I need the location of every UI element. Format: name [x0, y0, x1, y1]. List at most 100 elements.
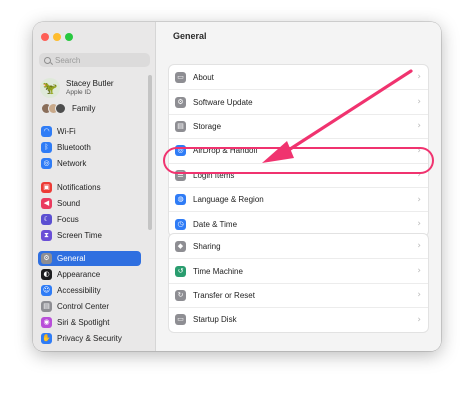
sidebar-item-screen-time[interactable]: ⧗ Screen Time [38, 228, 141, 243]
privacy-hand-icon: ✋ [41, 333, 52, 344]
family-avatars [41, 103, 67, 114]
search-input[interactable] [51, 55, 145, 65]
sidebar-item-general[interactable]: ⚙ General [38, 251, 141, 266]
settings-row-sharing[interactable]: ◆ Sharing › [169, 234, 428, 258]
airdrop-icon: ◎ [175, 145, 186, 157]
settings-row-login-items[interactable]: ☰ Login Items › [169, 162, 428, 187]
sound-icon: ◀ [41, 198, 52, 209]
settings-row-time-machine[interactable]: ↺ Time Machine › [169, 258, 428, 282]
dinosaur-emoji-icon: 🦖 [42, 81, 58, 95]
settings-row-startup-disk[interactable]: ▭ Startup Disk › [169, 307, 428, 331]
accessibility-icon: ☺ [41, 285, 52, 296]
settings-row-label: Storage [193, 121, 222, 131]
sidebar-item-siri-spotlight[interactable]: ◉ Siri & Spotlight [38, 315, 141, 330]
settings-row-about[interactable]: ▭ About › [169, 65, 428, 89]
chevron-right-icon: › [417, 145, 421, 156]
sidebar-item-sound[interactable]: ◀ Sound [38, 196, 141, 211]
search-icon [44, 56, 51, 64]
time-machine-icon: ↺ [175, 265, 186, 277]
bluetooth-icon: ᛒ [41, 142, 52, 153]
sidebar-item-accessibility[interactable]: ☺ Accessibility [38, 283, 141, 298]
minimize-window-button[interactable] [53, 33, 61, 41]
appearance-icon: ◐ [41, 269, 52, 280]
sidebar-item-label: Sound [57, 199, 81, 208]
sidebar-item-network[interactable]: ◎ Network [38, 156, 141, 171]
zoom-window-button[interactable] [65, 33, 73, 41]
chevron-right-icon: › [417, 241, 421, 252]
settings-row-label: Software Update [193, 97, 253, 107]
account-name: Stacey Butler [66, 79, 114, 88]
startup-disk-icon: ▭ [175, 314, 186, 326]
chevron-right-icon: › [417, 121, 421, 132]
chevron-right-icon: › [417, 72, 421, 83]
page-title: General [173, 31, 207, 41]
sharing-icon: ◆ [175, 240, 186, 252]
transfer-reset-icon: ↻ [175, 289, 186, 301]
settings-row-label: Transfer or Reset [193, 290, 255, 300]
about-icon: ▭ [175, 71, 186, 83]
account-subtitle: Apple ID [66, 89, 91, 96]
sidebar-item-notifications[interactable]: ▣ Notifications [38, 180, 141, 195]
settings-row-label: AirDrop & Handoff [193, 146, 258, 156]
sidebar-item-focus[interactable]: ☾ Focus [38, 212, 141, 227]
sidebar-scrollbar[interactable] [148, 75, 152, 230]
settings-row-label: Language & Region [193, 195, 264, 205]
language-globe-icon: ◍ [175, 194, 186, 206]
chevron-right-icon: › [417, 97, 421, 108]
chevron-right-icon: › [417, 266, 421, 277]
screen-time-icon: ⧗ [41, 230, 52, 241]
chevron-right-icon: › [417, 219, 421, 230]
settings-row-label: Sharing [193, 241, 221, 251]
settings-row-storage[interactable]: ▤ Storage › [169, 113, 428, 138]
sidebar-item-privacy-security[interactable]: ✋ Privacy & Security [38, 331, 141, 346]
family-label: Family [72, 104, 96, 113]
settings-row-label: Date & Time [193, 219, 238, 229]
sidebar-item-bluetooth[interactable]: ᛒ Bluetooth [38, 140, 141, 155]
network-icon: ◎ [41, 158, 52, 169]
settings-group-general: ▭ About › ⚙ Software Update › ▤ Storage › ◎ AirDro… [168, 64, 429, 237]
sidebar-item-label: Appearance [57, 270, 101, 279]
avatar: 🦖 [40, 78, 60, 98]
close-window-button[interactable] [41, 33, 49, 41]
chevron-right-icon: › [417, 170, 421, 181]
settings-row-label: About [193, 72, 214, 82]
wifi-icon: ◠ [41, 126, 52, 137]
sidebar-item-control-center[interactable]: ▤ Control Center [38, 299, 141, 314]
sidebar: 🦖 Stacey Butler Apple ID Family ◠ Wi-Fi ᛒB… [33, 22, 156, 351]
chevron-right-icon: › [417, 290, 421, 301]
sidebar-item-label: Privacy & Security [57, 334, 122, 343]
sidebar-item-label: Focus [57, 215, 79, 224]
apple-id-account[interactable]: 🦖 Stacey Butler Apple ID [40, 76, 148, 100]
settings-row-transfer-or-reset[interactable]: ↻ Transfer or Reset › [169, 282, 428, 307]
settings-row-label: Login Items [193, 170, 235, 180]
settings-row-airdrop-handoff[interactable]: ◎ AirDrop & Handoff › [169, 138, 428, 162]
search-field[interactable] [39, 53, 150, 67]
family-item[interactable]: Family [41, 102, 96, 115]
sidebar-item-label: Network [57, 159, 87, 168]
sidebar-item-label: Control Center [57, 302, 110, 311]
sidebar-item-label: Siri & Spotlight [57, 318, 110, 327]
settings-row-label: Time Machine [193, 266, 243, 276]
notifications-icon: ▣ [41, 182, 52, 193]
sidebar-item-appearance[interactable]: ◐ Appearance [38, 267, 141, 282]
software-update-gear-icon: ⚙ [175, 96, 186, 108]
sidebar-item-wi-fi[interactable]: ◠ Wi-Fi [38, 124, 141, 139]
chevron-right-icon: › [417, 194, 421, 205]
settings-row-language-region[interactable]: ◍ Language & Region › [169, 186, 428, 211]
login-items-icon: ☰ [175, 169, 186, 181]
storage-icon: ▤ [175, 120, 186, 132]
date-time-icon: ◷ [175, 218, 186, 230]
sidebar-item-label: Accessibility [57, 286, 101, 295]
sidebar-item-label: Wi-Fi [57, 127, 76, 136]
settings-row-software-update[interactable]: ⚙ Software Update › [169, 89, 428, 113]
system-settings-window: 🦖 Stacey Butler Apple ID Family ◠ Wi-Fi ᛒB… [33, 22, 441, 351]
sidebar-item-label: Bluetooth [57, 143, 91, 152]
sidebar-item-label: General [57, 254, 86, 263]
family-avatar-icon [55, 103, 66, 114]
sidebar-item-label: Notifications [57, 183, 101, 192]
sidebar-item-label: Screen Time [57, 231, 102, 240]
settings-group-system: ◆ Sharing › ↺ Time Machine › ↻ Transfer or Rese… [168, 233, 429, 333]
general-gear-icon: ⚙ [41, 253, 52, 264]
chevron-right-icon: › [417, 314, 421, 325]
content-pane: General ▭ About › ⚙ Software Update › ▤ Storage… [156, 22, 441, 351]
